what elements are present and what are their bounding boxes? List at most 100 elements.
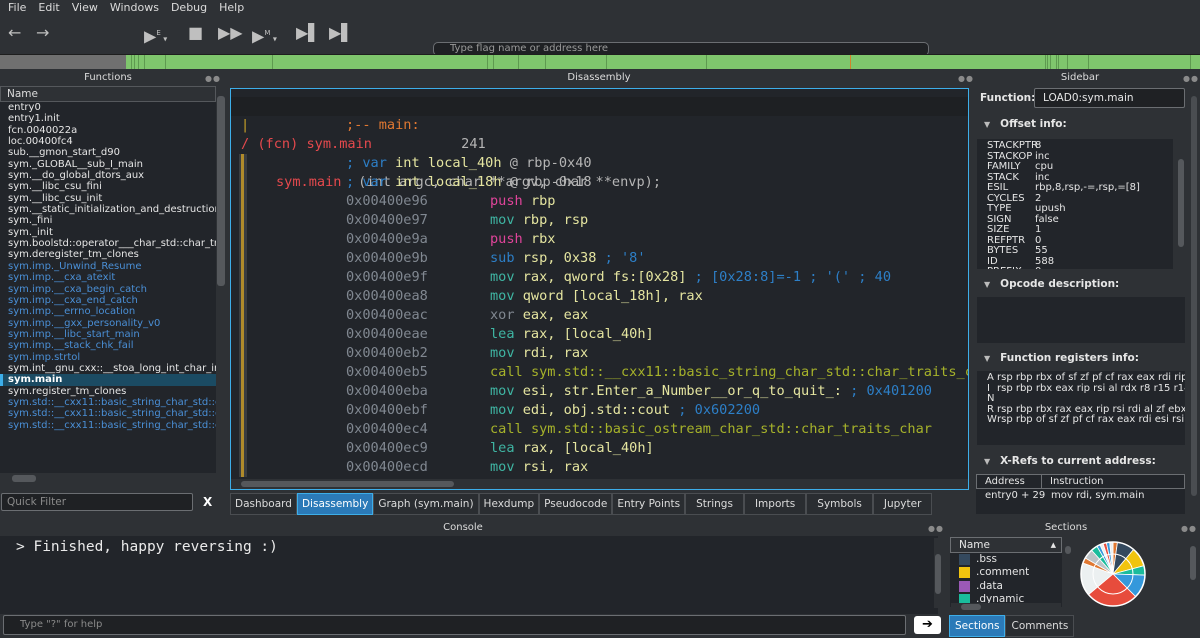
disasm-var-line[interactable]: ; var int local_40h @ rbp-0x40 [231, 154, 968, 173]
start-debug-icon[interactable]: ▶E ▾ [144, 24, 167, 48]
section-list-item[interactable]: .bss [950, 553, 1062, 566]
menu-edit[interactable]: Edit [32, 0, 65, 16]
sections-hscrollbar[interactable] [951, 603, 1061, 611]
menu-view[interactable]: View [66, 0, 104, 16]
functions-dock-buttons[interactable]: ●● [205, 74, 221, 83]
sidebar-dock-buttons[interactable]: ●● [1183, 74, 1199, 83]
xrefs-col-instruction[interactable]: Instruction [1042, 475, 1104, 488]
clear-filter-button[interactable]: X [203, 495, 212, 509]
disasm-instruction-line[interactable]: 0x00400ecd mov rsi, rax [231, 458, 968, 477]
functions-vscroll-thumb[interactable] [217, 96, 225, 286]
function-list-item[interactable]: sym.boolstd::operator___char_std::char_t… [0, 238, 216, 249]
disasm-instruction-line[interactable]: 0x00400eb2 mov rdi, rax [231, 344, 968, 363]
disasm-var-line[interactable]: ; var int local_18h @ rbp-0x18 [231, 173, 968, 192]
stop-icon[interactable]: ■ [188, 24, 203, 42]
tab-strings[interactable]: Strings [685, 493, 744, 515]
xref-row[interactable]: entry0 + 29 mov rdi, sym.main [976, 489, 1185, 502]
tab-jupyter[interactable]: Jupyter [872, 493, 933, 515]
function-list-item[interactable]: sym.imp.__errno_location [0, 306, 216, 317]
disasm-instruction-line[interactable]: 0x00400e9a push rbx [231, 230, 968, 249]
sections-list-scrollbar[interactable] [1064, 538, 1072, 606]
step-over-icon[interactable]: ▶▌ [329, 24, 354, 42]
function-list-item[interactable]: sym.deregister_tm_clones [0, 249, 216, 260]
disasm-instruction-line[interactable]: 0x00400ec4 call sym.std::basic_ostream_ch… [231, 420, 968, 439]
function-list-item[interactable]: sym.std::__cxx11::basic_string_char_std:… [0, 408, 216, 419]
menu-help[interactable]: Help [213, 0, 250, 16]
functions-vscrollbar[interactable] [216, 88, 226, 473]
menu-file[interactable]: File [2, 0, 32, 16]
sections-dock-buttons[interactable]: ●● [1181, 524, 1197, 533]
tab-dashboard[interactable]: Dashboard [230, 493, 297, 515]
disassembly-hscrollbar[interactable] [231, 479, 968, 489]
function-list-item[interactable]: sym.imp.__stack_chk_fail [0, 340, 216, 351]
function-list-item[interactable]: sym.__libc_csu_fini [0, 181, 216, 192]
address-navbar[interactable] [0, 54, 1200, 69]
functions-hscrollbar[interactable] [0, 473, 216, 484]
tab-imports[interactable]: Imports [743, 493, 807, 515]
function-list-item[interactable]: loc.00400fc4 [0, 136, 216, 147]
menu-debug[interactable]: Debug [165, 0, 213, 16]
function-list-item[interactable]: sub.__gmon_start_d90 [0, 147, 216, 158]
function-registers-section[interactable]: ▼ Function registers info: [984, 352, 1139, 364]
function-list-item[interactable]: entry1.init [0, 113, 216, 124]
xrefs-col-address[interactable]: Address [977, 475, 1042, 488]
disasm-instruction-line[interactable]: 0x00400eba mov esi, str.Enter_a_Number__o… [231, 382, 968, 401]
console-scrollbar[interactable] [934, 538, 942, 608]
function-list-item[interactable]: sym.register_tm_clones [0, 386, 216, 397]
step-module-icon[interactable]: ▶M ▾ [252, 24, 277, 48]
function-list-item[interactable]: sym.imp.__gxx_personality_v0 [0, 318, 216, 329]
disasm-instruction-line[interactable]: 0x00400e9f mov rax, qword fs:[0x28] ; [0x… [231, 268, 968, 287]
quick-filter-input[interactable]: Quick Filter [1, 493, 193, 511]
collapse-arrow-icon[interactable]: ▼ [984, 280, 990, 289]
function-list-item[interactable]: fcn.0040022a [0, 125, 216, 136]
function-list-item[interactable]: sym.__libc_csu_init [0, 193, 216, 204]
functions-hscroll-thumb[interactable] [12, 475, 36, 482]
function-list-item[interactable]: sym.__static_initialization_and_destruct… [0, 204, 216, 215]
function-list-item[interactable]: sym.imp._Unwind_Resume [0, 261, 216, 272]
function-list-item[interactable]: sym.std::__cxx11::basic_string_char_std:… [0, 397, 216, 408]
tab-pseudocode[interactable]: Pseudocode [539, 493, 613, 515]
tab-hexdump[interactable]: Hexdump [478, 493, 540, 515]
disasm-instruction-line[interactable]: 0x00400eae lea rax, [local_40h] [231, 325, 968, 344]
disasm-instruction-line[interactable]: 0x00400eac xor eax, eax [231, 306, 968, 325]
collapse-arrow-icon[interactable]: ▼ [984, 354, 990, 363]
section-list-item[interactable]: .comment [950, 566, 1062, 579]
back-arrow-icon[interactable]: ← [8, 24, 21, 42]
disasm-instruction-line[interactable]: 0x00400e97 mov rbp, rsp [231, 211, 968, 230]
disassembly-hscroll-thumb[interactable] [241, 481, 454, 487]
disasm-instruction-line[interactable]: 0x00400ebf mov edi, obj.std::cout ; 0x602… [231, 401, 968, 420]
tab-sections[interactable]: Sections [949, 615, 1006, 637]
offset-info-section[interactable]: ▼ Offset info: [984, 118, 1067, 130]
console-dock-buttons[interactable]: ●● [928, 524, 944, 533]
console-input[interactable]: Type "?" for help [3, 615, 906, 635]
function-list-item[interactable]: sym.imp.__cxa_begin_catch [0, 284, 216, 295]
tab-disassembly[interactable]: Disassembly [296, 493, 374, 515]
disasm-instruction-line[interactable]: 0x00400e9b sub rsp, 0x38 ; '8' [231, 249, 968, 268]
tab-symbols[interactable]: Symbols [806, 493, 873, 515]
function-list-item[interactable]: sym.int__gnu_cxx::__stoa_long_int_char_i… [0, 363, 216, 374]
function-list-item[interactable]: sym.imp.__cxa_end_catch [0, 295, 216, 306]
disasm-instruction-line[interactable]: 0x00400e96 push rbp [231, 192, 968, 211]
function-list-item[interactable]: sym.__do_global_dtors_aux [0, 170, 216, 181]
disasm-instruction-line[interactable]: 0x00400ec9 lea rax, [local_40h] [231, 439, 968, 458]
execute-command-button[interactable]: ➔ [914, 616, 941, 634]
opcode-description-section[interactable]: ▼ Opcode description: [984, 278, 1119, 290]
function-list-item[interactable]: sym.imp.__libc_start_main [0, 329, 216, 340]
disassembly-view[interactable]: | ;-- main: / (fcn) sym.main 241 sym.main… [230, 88, 969, 490]
function-list-item[interactable]: sym.main [0, 374, 216, 386]
sections-chart-scrollbar[interactable] [1189, 538, 1197, 606]
function-list-item[interactable]: sym.imp.strtol [0, 352, 216, 363]
disasm-instruction-line[interactable]: 0x00400ea8 mov qword [local_18h], rax [231, 287, 968, 306]
function-field[interactable]: LOAD0:sym.main [1034, 88, 1185, 108]
sections-column-header[interactable]: Name ▲ [950, 537, 1062, 553]
section-list-item[interactable]: .data [950, 580, 1062, 593]
tab-graph-sym-main[interactable]: Graph (sym.main) [373, 493, 479, 515]
offset-info-scrollbar[interactable] [1177, 139, 1185, 269]
menu-windows[interactable]: Windows [104, 0, 165, 16]
tab-comments[interactable]: Comments [1005, 615, 1075, 637]
xrefs-section[interactable]: ▼ X-Refs to current address: [984, 455, 1156, 467]
step-icon[interactable]: ▶▌ [296, 24, 321, 42]
collapse-arrow-icon[interactable]: ▼ [984, 120, 990, 129]
function-list-item[interactable]: entry0 [0, 102, 216, 113]
function-list-item[interactable]: sym._init [0, 227, 216, 238]
